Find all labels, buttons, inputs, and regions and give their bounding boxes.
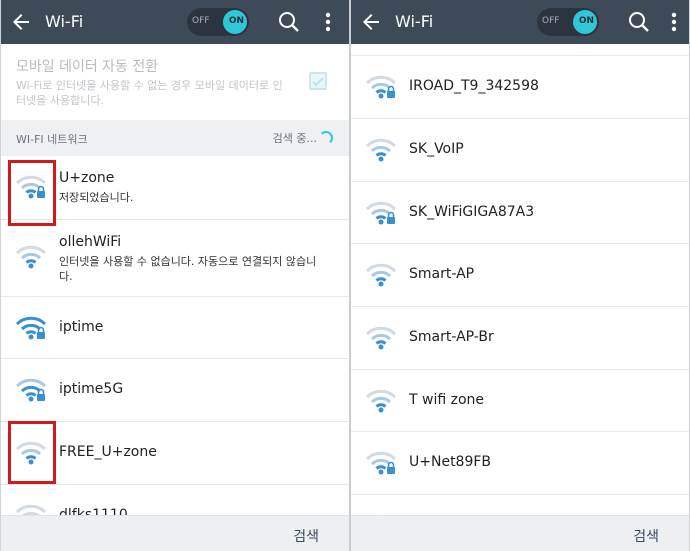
network-row[interactable]: SK_WiFiGIGA87A3 bbox=[351, 182, 689, 244]
network-name: T wifi zone bbox=[409, 392, 485, 408]
network-row-partial bbox=[351, 495, 689, 515]
more-vert-icon[interactable] bbox=[667, 10, 681, 34]
wifi-icon bbox=[365, 389, 397, 413]
network-row[interactable]: dlfks1110 bbox=[1, 485, 349, 515]
content: IROAD_T9_342598 SK_VoIP SK_WiFiGIGA87A3 … bbox=[351, 44, 689, 515]
auto-switch-setting[interactable]: 모바일 데이터 자동 전환 Wi-Fi로 인터넷을 사용할 수 없는 경우 모바… bbox=[1, 44, 349, 120]
toggle-off-label: OFF bbox=[542, 16, 560, 26]
network-row[interactable]: T wifi zone bbox=[351, 370, 689, 432]
wifi-lock-icon bbox=[15, 378, 47, 402]
wifi-lock-icon bbox=[365, 201, 397, 225]
toggle-on-label: ON bbox=[228, 16, 244, 26]
wifi-icon bbox=[15, 504, 47, 515]
network-row[interactable]: iptime5G bbox=[1, 359, 349, 422]
wifi-icon bbox=[15, 245, 47, 269]
scanning-label: 검색 중... bbox=[272, 132, 317, 145]
wifi-toggle[interactable]: OFF ON bbox=[187, 8, 249, 36]
wifi-icon bbox=[365, 326, 397, 350]
network-name: iptime bbox=[59, 319, 104, 335]
section-label: WI-FI 네트워크 bbox=[16, 133, 88, 146]
highlight-box bbox=[8, 160, 56, 226]
network-row-partial bbox=[351, 44, 689, 56]
network-status: 인터넷을 사용할 수 없습니다. 자동으로 연결되지 않습니다. bbox=[59, 255, 317, 283]
app-bar: Wi-Fi OFF ON bbox=[351, 0, 689, 44]
scanning-spinner bbox=[319, 131, 333, 145]
scan-button[interactable]: 검색 bbox=[633, 526, 659, 546]
wifi-lock-icon bbox=[15, 316, 47, 340]
network-name: dlfks1110 bbox=[59, 507, 128, 515]
network-name: iptime5G bbox=[59, 381, 124, 397]
back-arrow-icon[interactable] bbox=[359, 10, 383, 34]
bottom-bar: 검색 bbox=[1, 515, 349, 551]
network-row[interactable]: Smart-AP-Br bbox=[351, 307, 689, 370]
back-arrow-icon[interactable] bbox=[9, 10, 33, 34]
network-row[interactable]: U+Net89FB bbox=[351, 432, 689, 495]
network-name: U+zone bbox=[59, 170, 115, 186]
wifi-icon bbox=[365, 263, 397, 287]
scan-button[interactable]: 검색 bbox=[293, 526, 319, 546]
wifi-network-section-header: WI-FI 네트워크 검색 중... bbox=[1, 120, 349, 156]
bottom-bar: 검색 bbox=[351, 515, 689, 551]
network-status: 저장되었습니다. bbox=[59, 191, 134, 204]
network-row[interactable]: IROAD_T9_342598 bbox=[351, 56, 689, 119]
wifi-lock-icon bbox=[365, 75, 397, 99]
left-screen: Wi-Fi OFF ON 모바일 데이터 자동 전환 Wi-Fi로 인터넷을 사… bbox=[1, 0, 349, 551]
network-name: IROAD_T9_342598 bbox=[409, 78, 539, 94]
network-name: Smart-AP bbox=[409, 266, 475, 282]
network-row[interactable]: iptime bbox=[1, 297, 349, 359]
search-icon[interactable] bbox=[627, 10, 651, 34]
network-name: SK_VoIP bbox=[409, 141, 464, 157]
network-row[interactable]: ollehWiFi 인터넷을 사용할 수 없습니다. 자동으로 연결되지 않습니… bbox=[1, 220, 349, 297]
highlight-box bbox=[8, 421, 56, 484]
network-name: ollehWiFi bbox=[59, 234, 122, 250]
network-row[interactable]: Smart-AP bbox=[351, 244, 689, 307]
toggle-on-label: ON bbox=[578, 16, 594, 26]
wifi-lock-icon bbox=[365, 451, 397, 475]
network-name: U+Net89FB bbox=[409, 454, 492, 470]
page-title: Wi-Fi bbox=[395, 12, 434, 31]
right-screen: Wi-Fi OFF ON IROAD_T9_342598 SK_VoIP SK_… bbox=[351, 0, 689, 551]
app-bar: Wi-Fi OFF ON bbox=[1, 0, 349, 44]
search-icon[interactable] bbox=[277, 10, 301, 34]
checkbox-icon[interactable] bbox=[309, 72, 327, 90]
network-name: SK_WiFiGIGA87A3 bbox=[409, 204, 535, 220]
network-name: Smart-AP-Br bbox=[409, 329, 494, 345]
page-title: Wi-Fi bbox=[45, 12, 84, 31]
wifi-toggle[interactable]: OFF ON bbox=[537, 8, 599, 36]
wifi-icon bbox=[365, 138, 397, 162]
network-row[interactable]: SK_VoIP bbox=[351, 119, 689, 182]
setting-title: 모바일 데이터 자동 전환 bbox=[16, 59, 159, 75]
more-vert-icon[interactable] bbox=[321, 10, 335, 34]
setting-description: Wi-Fi로 인터넷을 사용할 수 없는 경우 모바일 데이터로 인터넷을 사용… bbox=[16, 79, 283, 107]
toggle-off-label: OFF bbox=[192, 16, 210, 26]
network-name: FREE_U+zone bbox=[59, 444, 157, 460]
